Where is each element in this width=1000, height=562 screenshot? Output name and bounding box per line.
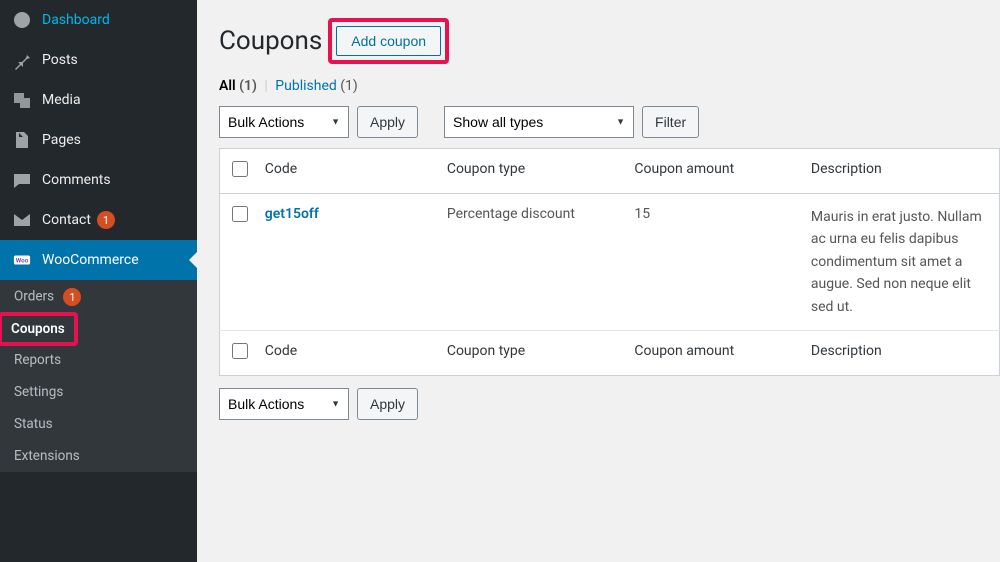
description-footer[interactable]: Description bbox=[801, 330, 1000, 375]
submenu-item-label: Orders bbox=[14, 289, 54, 305]
select-all-checkbox[interactable] bbox=[232, 343, 248, 359]
pages-icon bbox=[12, 130, 32, 150]
table-nav-bottom: Bulk Actions Apply bbox=[219, 388, 1000, 420]
add-coupon-button[interactable]: Add coupon bbox=[336, 26, 441, 56]
admin-sidebar: Dashboard Posts Media Pages Comments Con… bbox=[0, 0, 197, 562]
submenu-item-label: Settings bbox=[14, 384, 63, 400]
dashboard-icon bbox=[12, 10, 32, 30]
code-footer[interactable]: Code bbox=[255, 330, 437, 375]
table-nav-top: Bulk Actions Apply Show all types Filter bbox=[219, 106, 1000, 138]
sidebar-item-label: WooCommerce bbox=[42, 252, 139, 268]
page-title: Coupons bbox=[219, 26, 322, 56]
coupon-amount-cell: 15 bbox=[624, 194, 801, 331]
notification-badge: 1 bbox=[97, 211, 115, 229]
sidebar-item-pages[interactable]: Pages bbox=[0, 120, 197, 160]
sidebar-item-contact[interactable]: Contact 1 bbox=[0, 200, 197, 240]
amount-header[interactable]: Coupon amount bbox=[624, 149, 801, 194]
type-header[interactable]: Coupon type bbox=[437, 149, 625, 194]
sidebar-item-label: Posts bbox=[42, 52, 78, 68]
bulk-actions-select-bottom[interactable]: Bulk Actions bbox=[219, 388, 349, 420]
woocommerce-submenu: Orders 1 Coupons Reports Settings Status… bbox=[0, 280, 197, 472]
mail-icon bbox=[12, 210, 32, 230]
media-icon bbox=[12, 90, 32, 110]
type-footer[interactable]: Coupon type bbox=[437, 330, 625, 375]
coupon-description-cell: Mauris in erat justo. Nullam ac urna eu … bbox=[801, 194, 1000, 331]
select-all-footer bbox=[220, 330, 255, 375]
select-all-header bbox=[220, 149, 255, 194]
sidebar-item-comments[interactable]: Comments bbox=[0, 160, 197, 200]
amount-footer[interactable]: Coupon amount bbox=[624, 330, 801, 375]
sidebar-item-label: Comments bbox=[42, 172, 111, 188]
filter-all[interactable]: All (1) bbox=[219, 78, 257, 94]
status-filters: All (1) | Published (1) bbox=[219, 78, 1000, 94]
description-header[interactable]: Description bbox=[801, 149, 1000, 194]
sidebar-item-label: Dashboard bbox=[42, 12, 110, 28]
separator: | bbox=[264, 78, 267, 94]
sidebar-item-media[interactable]: Media bbox=[0, 80, 197, 120]
sidebar-item-label: Contact bbox=[42, 212, 91, 228]
table-row: get15off Percentage discount 15 Mauris i… bbox=[220, 194, 1000, 331]
coupons-table: Code Coupon type Coupon amount Descripti… bbox=[219, 148, 1000, 376]
sidebar-item-label: Media bbox=[42, 92, 81, 108]
comments-icon bbox=[12, 170, 32, 190]
pin-icon bbox=[12, 50, 32, 70]
submenu-item-orders[interactable]: Orders 1 bbox=[0, 280, 197, 314]
sidebar-item-dashboard[interactable]: Dashboard bbox=[0, 0, 197, 40]
submenu-item-label: Reports bbox=[14, 352, 61, 368]
sidebar-item-woocommerce[interactable]: Woo WooCommerce bbox=[0, 240, 197, 280]
add-coupon-highlight: Add coupon bbox=[328, 18, 449, 64]
woo-icon: Woo bbox=[12, 250, 32, 270]
submenu-item-coupons[interactable]: Coupons bbox=[0, 314, 197, 344]
coupon-type-cell: Percentage discount bbox=[437, 194, 625, 331]
filter-published[interactable]: Published (1) bbox=[275, 78, 358, 94]
apply-button[interactable]: Apply bbox=[357, 106, 418, 138]
filter-button[interactable]: Filter bbox=[642, 106, 699, 138]
sidebar-item-posts[interactable]: Posts bbox=[0, 40, 197, 80]
submenu-item-extensions[interactable]: Extensions bbox=[0, 440, 197, 472]
submenu-item-settings[interactable]: Settings bbox=[0, 376, 197, 408]
page-header: Coupons Add coupon bbox=[219, 18, 1000, 64]
row-checkbox[interactable] bbox=[232, 206, 248, 222]
apply-button-bottom[interactable]: Apply bbox=[357, 388, 418, 420]
submenu-item-status[interactable]: Status bbox=[0, 408, 197, 440]
bulk-actions-select[interactable]: Bulk Actions bbox=[219, 106, 349, 138]
main-content: Coupons Add coupon All (1) | Published (… bbox=[197, 0, 1000, 562]
submenu-item-label: Extensions bbox=[14, 448, 80, 464]
code-header[interactable]: Code bbox=[255, 149, 437, 194]
type-filter-select[interactable]: Show all types bbox=[444, 106, 634, 138]
sidebar-item-label: Pages bbox=[42, 132, 81, 148]
submenu-item-reports[interactable]: Reports bbox=[0, 344, 197, 376]
coupon-code-link[interactable]: get15off bbox=[265, 206, 319, 222]
submenu-item-label: Status bbox=[14, 416, 53, 432]
svg-text:Woo: Woo bbox=[16, 257, 29, 265]
select-all-checkbox[interactable] bbox=[232, 161, 248, 177]
submenu-item-label: Coupons bbox=[0, 312, 78, 346]
notification-badge: 1 bbox=[63, 288, 81, 306]
